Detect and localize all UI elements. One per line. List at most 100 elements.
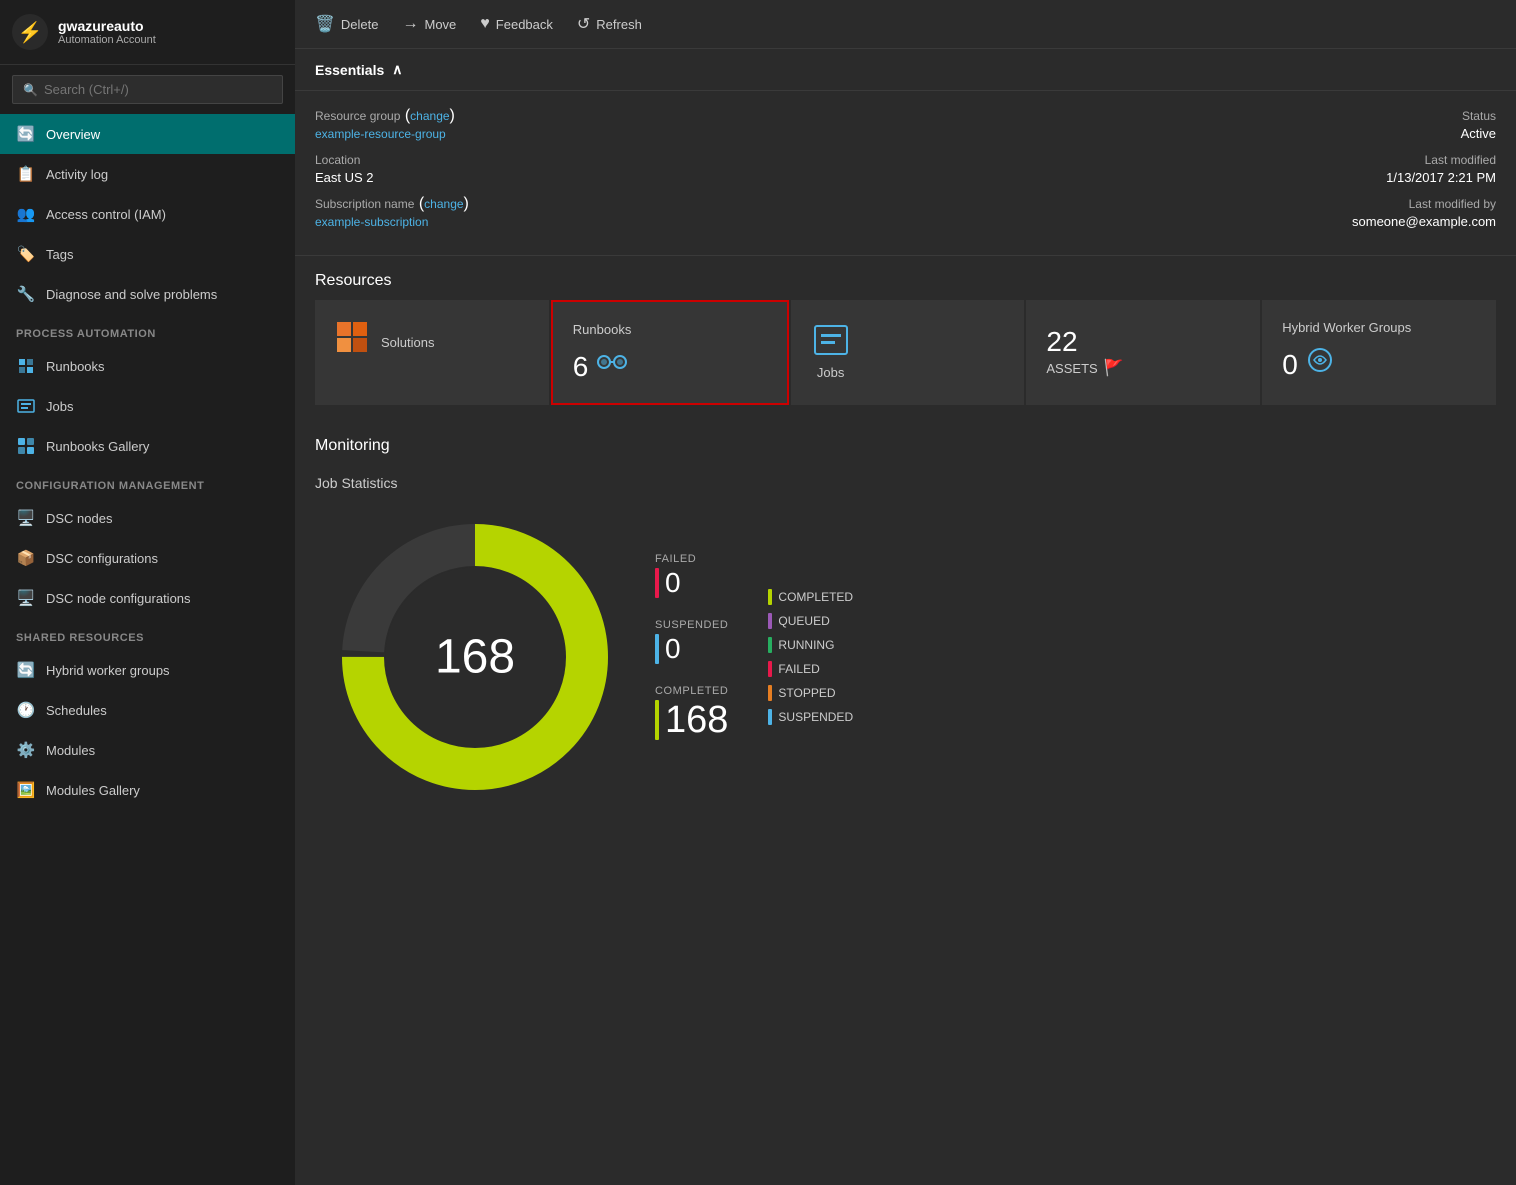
monitoring-title: Monitoring	[295, 421, 1516, 465]
subscription-value[interactable]: example-subscription	[315, 215, 428, 229]
legend-failed-label: FAILED	[778, 662, 819, 676]
move-button[interactable]: → Move	[403, 15, 457, 33]
sidebar-item-modules[interactable]: ⚙️ Modules	[0, 730, 295, 770]
sidebar-item-label: Activity log	[46, 167, 108, 182]
sidebar-item-access-control[interactable]: 👥 Access control (IAM)	[0, 194, 295, 234]
process-automation-section: PROCESS AUTOMATION	[0, 314, 295, 346]
hybrid-worker-groups-card[interactable]: Hybrid Worker Groups 0	[1262, 300, 1496, 405]
sidebar-item-jobs[interactable]: Jobs	[0, 386, 295, 426]
subscription-label: Subscription name	[315, 197, 414, 211]
sidebar-item-label: Tags	[46, 247, 73, 262]
move-icon: →	[403, 15, 419, 33]
runbooks-icon	[16, 356, 36, 376]
solutions-card-inner: Solutions	[335, 320, 529, 364]
failed-bar	[655, 568, 659, 598]
last-modified-by-label: Last modified by	[1409, 197, 1496, 211]
monitoring-section: Monitoring Job Statistics	[295, 421, 1516, 817]
runbooks-card[interactable]: Runbooks 6	[551, 300, 789, 405]
overview-icon: 🔄	[16, 124, 36, 144]
location-value: East US 2	[315, 170, 374, 185]
resource-group-value[interactable]: example-resource-group	[315, 127, 446, 141]
stat-completed: COMPLETED 168	[655, 685, 728, 742]
resource-group-change-link[interactable]: change	[410, 109, 449, 123]
sidebar-item-hybrid-worker-groups[interactable]: 🔄 Hybrid worker groups	[0, 650, 295, 690]
suspended-bar-row: 0	[655, 633, 728, 665]
activity-log-icon: 📋	[16, 164, 36, 184]
sidebar-item-label: Hybrid worker groups	[46, 663, 170, 678]
jobs-icon	[16, 396, 36, 416]
delete-button[interactable]: 🗑️ Delete	[315, 14, 379, 34]
solutions-icon	[335, 320, 371, 364]
sidebar-navigation: 🔄 Overview 📋 Activity log 👥 Access contr…	[0, 114, 295, 1185]
dsc-nodes-icon: 🖥️	[16, 508, 36, 528]
runbooks-count-row: 6	[573, 345, 629, 383]
sidebar-item-overview[interactable]: 🔄 Overview	[0, 114, 295, 154]
sidebar-item-activity-log[interactable]: 📋 Activity log	[0, 154, 295, 194]
sidebar-item-label: Modules Gallery	[46, 783, 140, 798]
location-label: Location	[315, 153, 360, 167]
legend-dot-stopped	[768, 685, 772, 701]
sidebar-item-schedules[interactable]: 🕐 Schedules	[0, 690, 295, 730]
legend-failed: FAILED	[768, 661, 853, 677]
sidebar-item-dsc-configurations[interactable]: 📦 DSC configurations	[0, 538, 295, 578]
sidebar-header: ⚡ gwazureauto Automation Account	[0, 0, 295, 65]
sidebar-item-label: Modules	[46, 743, 95, 758]
hybrid-count-row: 0	[1282, 343, 1334, 381]
jobs-card[interactable]: Jobs	[791, 300, 1025, 405]
refresh-button[interactable]: ↺ Refresh	[577, 14, 642, 34]
delete-icon: 🗑️	[315, 14, 335, 34]
sidebar-item-label: Schedules	[46, 703, 107, 718]
feedback-button[interactable]: ♥ Feedback	[480, 15, 553, 33]
assets-flag-icon: 🚩	[1104, 358, 1124, 378]
main-content: 🗑️ Delete → Move ♥ Feedback ↺ Refresh Es…	[295, 0, 1516, 1185]
sidebar-item-label: Diagnose and solve problems	[46, 287, 217, 302]
assets-card[interactable]: 22 ASSETS 🚩	[1026, 300, 1260, 405]
sidebar-item-runbooks-gallery[interactable]: Runbooks Gallery	[0, 426, 295, 466]
legend-running-label: RUNNING	[778, 638, 834, 652]
sidebar-item-modules-gallery[interactable]: 🖼️ Modules Gallery	[0, 770, 295, 810]
feedback-icon: ♥	[480, 15, 490, 33]
essentials-right: Status Active Last modified 1/13/2017 2:…	[1352, 107, 1496, 239]
hybrid-count: 0	[1282, 349, 1298, 381]
sidebar-item-dsc-nodes[interactable]: 🖥️ DSC nodes	[0, 498, 295, 538]
hybrid-worker-icon: 🔄	[16, 660, 36, 680]
solutions-card[interactable]: Solutions	[315, 300, 549, 405]
resource-group-label: Resource group	[315, 109, 400, 123]
app-name: gwazureauto	[58, 18, 156, 34]
sidebar-item-diagnose[interactable]: 🔧 Diagnose and solve problems	[0, 274, 295, 314]
sidebar-item-label: Overview	[46, 127, 100, 142]
last-modified-by-value: someone@example.com	[1352, 214, 1496, 229]
essentials-body: Resource group (change) example-resource…	[295, 91, 1516, 256]
essentials-left: Resource group (change) example-resource…	[315, 107, 1352, 239]
search-container[interactable]: 🔍	[12, 75, 283, 104]
sidebar-item-label: Jobs	[46, 399, 73, 414]
suspended-value: 0	[665, 633, 681, 665]
donut-center: 168	[435, 630, 515, 685]
subscription-change-link[interactable]: change	[424, 197, 463, 211]
sidebar-item-tags[interactable]: 🏷️ Tags	[0, 234, 295, 274]
legend-queued-label: QUEUED	[778, 614, 829, 628]
search-input[interactable]	[44, 82, 272, 97]
donut-chart: 168	[335, 517, 615, 797]
sidebar-item-dsc-node-configurations[interactable]: 🖥️ DSC node configurations	[0, 578, 295, 618]
dsc-node-config-icon: 🖥️	[16, 588, 36, 608]
runbooks-label: Runbooks	[573, 322, 632, 337]
solutions-label: Solutions	[381, 335, 434, 350]
donut-total: 168	[435, 630, 515, 685]
hybrid-icon	[1306, 346, 1334, 379]
assets-label: ASSETS	[1046, 361, 1097, 376]
resources-grid: Solutions Runbooks 6	[315, 300, 1496, 405]
config-mgmt-section: CONFIGURATION MANAGEMENT	[0, 466, 295, 498]
legend-column: COMPLETED QUEUED RUNNING FAILED	[768, 553, 853, 762]
sidebar-item-label: DSC node configurations	[46, 591, 191, 606]
job-stats-body: 168 FAILED 0 SUSPEND	[295, 507, 1516, 817]
sidebar-item-runbooks[interactable]: Runbooks	[0, 346, 295, 386]
essentials-title: Essentials	[315, 62, 384, 78]
failed-bar-row: 0	[655, 567, 728, 599]
tags-icon: 🏷️	[16, 244, 36, 264]
app-info: gwazureauto Automation Account	[58, 18, 156, 46]
sidebar-item-label: Access control (IAM)	[46, 207, 166, 222]
job-stats-title: Job Statistics	[295, 465, 1516, 491]
suspended-label: SUSPENDED	[655, 619, 728, 631]
essentials-collapse-icon[interactable]: ∧	[392, 61, 402, 78]
